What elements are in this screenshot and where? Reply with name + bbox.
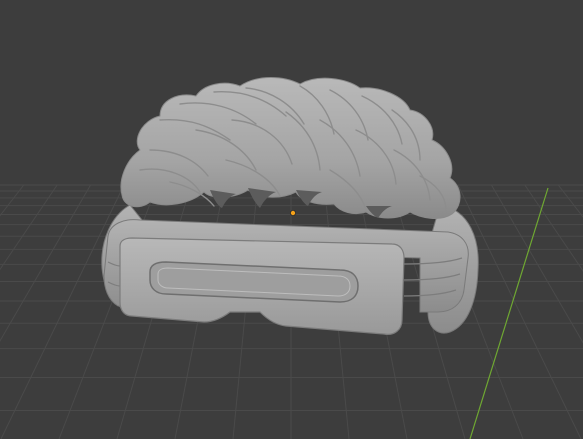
3d-viewport[interactable] (0, 0, 583, 439)
object-origin-dot (289, 209, 296, 216)
viewport-canvas[interactable] (0, 0, 583, 439)
